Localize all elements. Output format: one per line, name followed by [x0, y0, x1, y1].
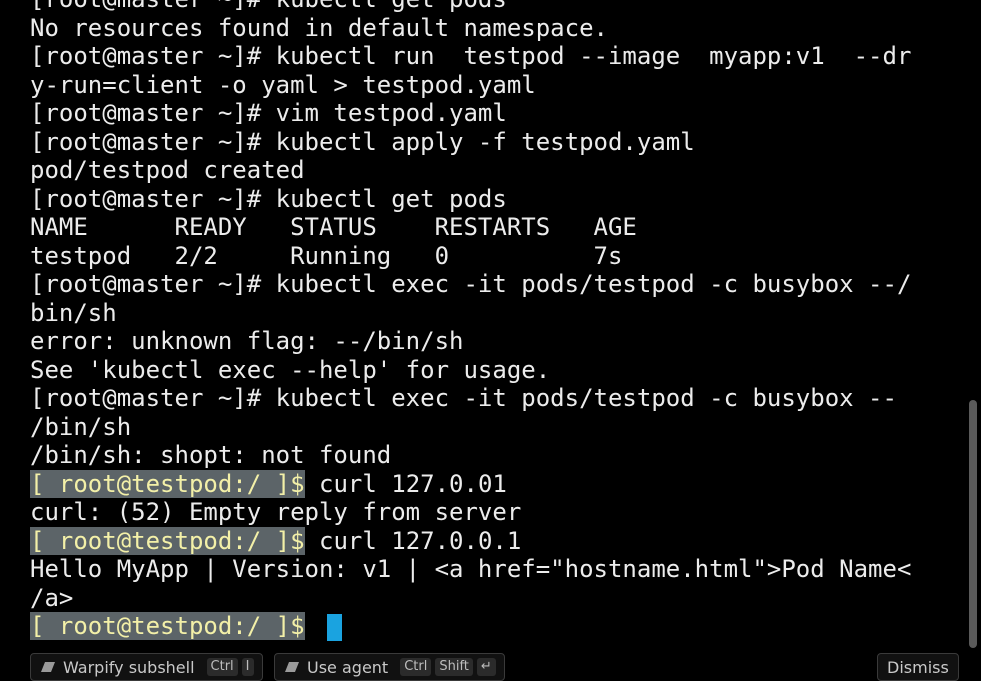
- line-text: [root@master ~]# kubectl exec -it pods/t…: [30, 384, 897, 412]
- terminal-line: [root@master ~]# kubectl exec -it pods/t…: [30, 384, 955, 413]
- terminal-line: /bin/sh: shopt: not found: [30, 441, 955, 470]
- terminal-line: y-run=client -o yaml > testpod.yaml: [30, 71, 955, 100]
- line-text: [root@master ~]# vim testpod.yaml: [30, 99, 507, 127]
- terminal-line: testpod 2/2 Running 0 7s: [30, 242, 955, 271]
- footer-bar: Warpify subshell Ctrl I Use agent Ctrl S…: [0, 650, 981, 681]
- shell-prompt: [ root@testpod:/ ]$: [30, 526, 305, 555]
- terminal-line: See 'kubectl exec --help' for usage.: [30, 356, 955, 385]
- terminal-line: /bin/sh: [30, 413, 955, 442]
- terminal-line: [root@master ~]# kubectl run testpod --i…: [30, 42, 955, 71]
- line-text: /bin/sh: shopt: not found: [30, 441, 392, 469]
- subshell-icon: [41, 662, 55, 672]
- terminal-line: curl: (52) Empty reply from server: [30, 498, 955, 527]
- line-text: curl 127.0.0.1: [304, 526, 522, 555]
- terminal-line: /a>: [30, 584, 955, 613]
- agent-key-1: Ctrl: [400, 658, 432, 676]
- agent-key-2: Shift: [435, 658, 473, 676]
- line-text: See 'kubectl exec --help' for usage.: [30, 355, 551, 384]
- line-text: testpod 2/2 Running 0 7s: [30, 241, 623, 270]
- terminal-line: pod/testpod created: [30, 156, 955, 185]
- line-text: [305, 612, 319, 640]
- line-text: [root@master ~]# kubectl exec -it pods/t…: [30, 270, 912, 298]
- line-text: curl 127.0.01: [304, 469, 507, 498]
- line-text: pod/testpod created: [30, 156, 305, 184]
- agent-icon: [285, 662, 299, 672]
- terminal-line: [ root@testpod:/ ]$: [30, 612, 955, 641]
- terminal-output[interactable]: [root@master ~]# kubectl get podsNo reso…: [0, 0, 981, 650]
- line-text: y-run=client -o yaml > testpod.yaml: [30, 70, 536, 99]
- shell-prompt: [ root@testpod:/ ]$: [30, 612, 305, 640]
- line-text: NAME READY STATUS RESTARTS AGE: [30, 213, 637, 241]
- warpify-key-1: Ctrl: [206, 658, 238, 676]
- terminal-line: [ root@testpod:/ ]$ curl 127.0.0.1: [30, 526, 955, 556]
- terminal-lines: [root@master ~]# kubectl get podsNo reso…: [30, 0, 955, 641]
- agent-key-3: ↵: [476, 658, 496, 676]
- terminal-line: [ root@testpod:/ ]$ curl 127.0.01: [30, 469, 955, 499]
- text-cursor: [327, 613, 342, 641]
- terminal-line: [root@master ~]# kubectl exec -it pods/t…: [30, 270, 955, 299]
- warpify-subshell-label: Warpify subshell: [63, 657, 195, 677]
- line-text: No resources found in default namespace.: [30, 13, 608, 42]
- line-text: error: unknown flag: --/bin/sh: [30, 327, 464, 355]
- warpify-key-2: I: [241, 658, 254, 676]
- line-text: /a>: [30, 583, 74, 612]
- dismiss-button[interactable]: Dismiss: [877, 653, 959, 681]
- terminal-line: [root@master ~]# kubectl apply -f testpo…: [30, 128, 955, 157]
- line-text: Hello MyApp | Version: v1 | <a href="hos…: [30, 555, 912, 583]
- warpify-subshell-button[interactable]: Warpify subshell Ctrl I: [30, 653, 263, 681]
- terminal-line: error: unknown flag: --/bin/sh: [30, 327, 955, 356]
- terminal-line: [root@master ~]# vim testpod.yaml: [30, 99, 955, 128]
- scrollbar-thumb[interactable]: [969, 400, 977, 648]
- terminal-line: bin/sh: [30, 299, 955, 328]
- terminal-line: [root@master ~]# kubectl get pods: [30, 185, 955, 214]
- shell-prompt: [ root@testpod:/ ]$: [30, 469, 305, 498]
- terminal-line: No resources found in default namespace.: [30, 14, 955, 43]
- line-text: [root@master ~]# kubectl get pods: [30, 184, 507, 213]
- use-agent-button[interactable]: Use agent Ctrl Shift ↵: [274, 653, 505, 681]
- line-text: [root@master ~]# kubectl get pods: [30, 0, 507, 13]
- dismiss-label: Dismiss: [887, 657, 949, 677]
- terminal-line: NAME READY STATUS RESTARTS AGE: [30, 213, 955, 242]
- line-text: [root@master ~]# kubectl run testpod --i…: [30, 42, 912, 70]
- use-agent-label: Use agent: [307, 657, 389, 677]
- line-text: bin/sh: [30, 298, 117, 327]
- line-text: [root@master ~]# kubectl apply -f testpo…: [30, 127, 695, 156]
- terminal-line: [root@master ~]# kubectl get pods: [30, 0, 955, 14]
- line-text: /bin/sh: [30, 412, 132, 441]
- terminal-line: Hello MyApp | Version: v1 | <a href="hos…: [30, 555, 955, 584]
- line-text: curl: (52) Empty reply from server: [30, 498, 522, 526]
